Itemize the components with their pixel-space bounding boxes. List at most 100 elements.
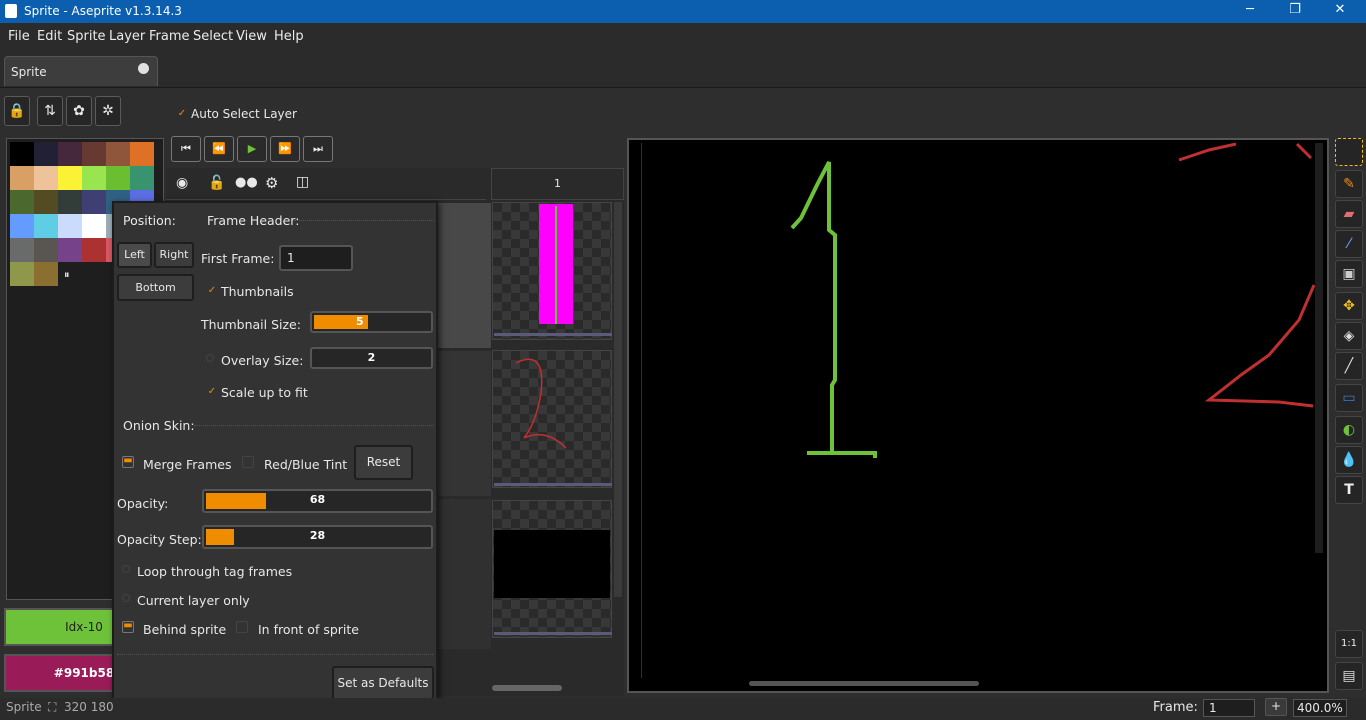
- palette-swatch[interactable]: [10, 214, 34, 238]
- canvas-vscroll[interactable]: [1315, 143, 1323, 553]
- auto-select-checkbox[interactable]: ✓: [176, 108, 188, 120]
- palette-swatch[interactable]: [10, 190, 34, 214]
- palette-swatch[interactable]: [58, 238, 82, 262]
- palette-swatch[interactable]: [58, 166, 82, 190]
- onion-range-bar[interactable]: [494, 632, 612, 635]
- modified-dot-icon[interactable]: [138, 63, 149, 74]
- palette-swatch[interactable]: [130, 142, 154, 166]
- zoom-input[interactable]: 400.0%: [1293, 699, 1347, 717]
- reset-button[interactable]: Reset: [354, 445, 413, 480]
- palette-swatch[interactable]: [34, 142, 58, 166]
- palette-swatch[interactable]: [34, 214, 58, 238]
- onion-range-bar[interactable]: [494, 333, 612, 336]
- thumbnails-checkbox[interactable]: ✓: [206, 285, 218, 297]
- add-frame-button[interactable]: +: [1265, 698, 1287, 716]
- menu-select[interactable]: Select: [193, 29, 233, 44]
- set-as-defaults-button[interactable]: Set as Defaults: [332, 666, 434, 700]
- opacity-step-slider[interactable]: 28: [202, 525, 433, 549]
- tab-sprite[interactable]: Sprite: [4, 56, 158, 86]
- palette-swatch[interactable]: [10, 238, 34, 262]
- palette-swatch[interactable]: [130, 166, 154, 190]
- palette-swatch[interactable]: [10, 262, 34, 286]
- canvas-viewport[interactable]: [627, 138, 1329, 693]
- first-frame-input[interactable]: 1: [279, 245, 353, 271]
- behind-sprite-radio[interactable]: ▬: [122, 621, 134, 633]
- timeline-vscroll[interactable]: [614, 202, 622, 597]
- palette-swatch[interactable]: [58, 190, 82, 214]
- palette-swatch[interactable]: [10, 166, 34, 190]
- text-icon[interactable]: T: [1335, 476, 1363, 504]
- onion-range-bar[interactable]: [494, 483, 612, 486]
- prev-frame-button[interactable]: ⏪: [204, 136, 234, 162]
- opacity-slider[interactable]: 68: [202, 489, 433, 513]
- camera-icon[interactable]: ▣: [1335, 260, 1363, 288]
- paint-bucket-icon[interactable]: ◈: [1335, 322, 1363, 350]
- palette-swatch[interactable]: [58, 214, 82, 238]
- menu-edit[interactable]: Edit: [37, 29, 62, 44]
- palette-swatch[interactable]: [34, 190, 58, 214]
- position-bottom-button[interactable]: Bottom: [117, 274, 194, 301]
- frame-column-header[interactable]: 1: [491, 168, 624, 200]
- menu-view[interactable]: View: [236, 29, 267, 44]
- filmstrip-icon[interactable]: ▤: [1335, 662, 1363, 690]
- minimize-button[interactable]: ─: [1230, 2, 1270, 22]
- palette-swatch[interactable]: [82, 190, 106, 214]
- menu-frame[interactable]: Frame: [149, 29, 190, 44]
- maximize-button[interactable]: ❐: [1275, 2, 1315, 22]
- padlock-icon[interactable]: 🔓: [208, 175, 225, 191]
- position-right-button[interactable]: Right: [154, 242, 194, 268]
- canvas-hscroll[interactable]: [749, 681, 979, 686]
- palette-swatch[interactable]: [82, 238, 106, 262]
- palette-swatch[interactable]: [82, 166, 106, 190]
- menu-help[interactable]: Help: [274, 29, 304, 44]
- palette-swatch[interactable]: [34, 262, 58, 286]
- palette-swatch[interactable]: [106, 142, 130, 166]
- palette-swatch[interactable]: [82, 214, 106, 238]
- overlay-checkbox[interactable]: [206, 354, 214, 362]
- palette-swatch[interactable]: [82, 142, 106, 166]
- merge-frames-radio[interactable]: ▬: [122, 456, 134, 468]
- first-frame-button[interactable]: ⏮: [171, 136, 201, 162]
- loop-tag-checkbox[interactable]: [122, 565, 130, 573]
- menu-sprite[interactable]: Sprite: [67, 29, 106, 44]
- marquee-icon[interactable]: [1335, 138, 1363, 166]
- in-front-radio[interactable]: [236, 621, 248, 633]
- actual-size-icon[interactable]: 1:1: [1335, 630, 1363, 658]
- gear-icon[interactable]: ✲: [95, 96, 121, 126]
- continuous-icon[interactable]: ●●: [235, 175, 258, 190]
- menu-layer[interactable]: Layer: [109, 29, 145, 44]
- swap-colors-icon[interactable]: ⇅: [37, 96, 63, 126]
- palette-swatch[interactable]: [106, 166, 130, 190]
- line-icon[interactable]: ╱: [1335, 352, 1363, 380]
- next-frame-button[interactable]: ⏩: [270, 136, 300, 162]
- lock-icon[interactable]: 🔒: [4, 96, 30, 126]
- current-layer-checkbox[interactable]: [122, 594, 130, 602]
- last-frame-button[interactable]: ⏭: [303, 136, 333, 162]
- thumbnail-size-slider[interactable]: 5: [310, 311, 433, 333]
- frame-input[interactable]: 1: [1203, 699, 1255, 717]
- eye-icon[interactable]: ◉: [176, 175, 188, 191]
- palette-handle-icon[interactable]: ⏸: [64, 268, 70, 282]
- palette-swatch[interactable]: [34, 238, 58, 262]
- blur-icon[interactable]: 💧: [1335, 446, 1363, 474]
- settings-icon[interactable]: ⚙: [265, 174, 278, 192]
- layers-icon[interactable]: ◫: [296, 174, 309, 190]
- scale-up-checkbox[interactable]: ✓: [206, 386, 218, 398]
- palette-swatch[interactable]: [10, 142, 34, 166]
- position-left-button[interactable]: Left: [117, 242, 152, 268]
- pencil-icon[interactable]: ✎: [1335, 170, 1363, 198]
- contour-icon[interactable]: ◐: [1335, 416, 1363, 444]
- palette-swatch[interactable]: [34, 166, 58, 190]
- eraser-icon[interactable]: ▰: [1335, 200, 1363, 228]
- play-button[interactable]: ▶: [237, 136, 267, 162]
- color-wheel-icon[interactable]: ✿: [66, 96, 92, 126]
- palette-swatch[interactable]: [58, 142, 82, 166]
- move-icon[interactable]: ✥: [1335, 292, 1363, 320]
- red-blue-tint-radio[interactable]: [242, 456, 254, 468]
- close-button[interactable]: ✕: [1320, 2, 1360, 22]
- menu-file[interactable]: File: [8, 29, 30, 44]
- overlay-size-slider[interactable]: 2: [310, 347, 433, 369]
- timeline-hscroll[interactable]: [492, 685, 562, 691]
- rectangle-icon[interactable]: ▭: [1335, 384, 1363, 412]
- eyedropper-icon[interactable]: ⁄: [1335, 230, 1363, 258]
